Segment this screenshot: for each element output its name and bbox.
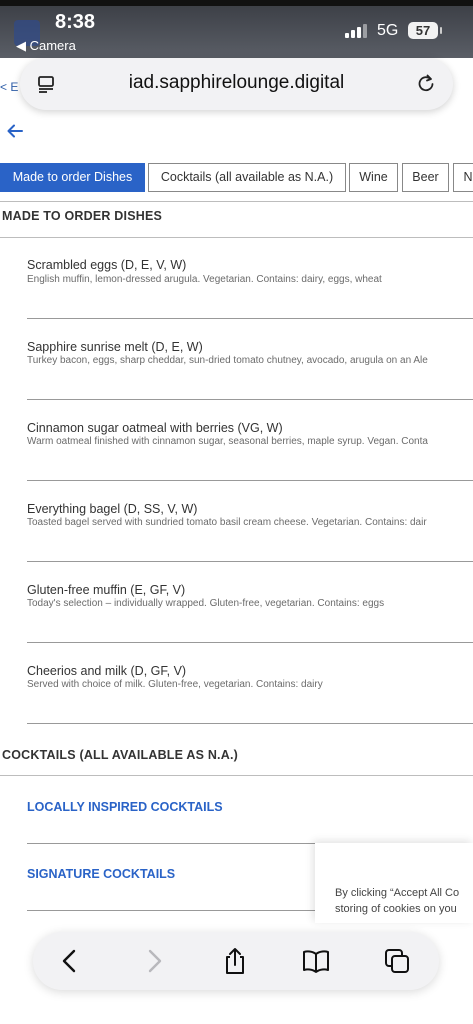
chevron-right-icon [148, 949, 162, 973]
divider [0, 201, 473, 202]
cookie-text-line: storing of cookies on you [335, 903, 457, 915]
dish-description: Today's selection – individually wrapped… [27, 598, 385, 609]
status-time: 8:38 [55, 11, 96, 33]
divider [0, 775, 473, 776]
address-bar[interactable]: iad.sapphirelounge.digital [20, 58, 453, 110]
tab-wine[interactable]: Wine [349, 163, 398, 192]
tabs-button[interactable] [382, 946, 412, 976]
back-to-camera-link[interactable]: ◀ Camera [16, 38, 76, 54]
divider [27, 480, 473, 481]
section-title-cocktails: COCKTAILS (ALL AVAILABLE AS N.A.) [2, 748, 238, 762]
status-bar: 8:38 ◀ Camera 5G 57 [0, 0, 473, 58]
tabs-icon [385, 949, 409, 973]
dish-description: Toasted bagel served with sundried tomat… [27, 517, 427, 528]
browser-toolbar [33, 932, 439, 990]
dish-name[interactable]: Cheerios and milk (D, GF, V) [27, 664, 186, 678]
tab-made-to-order[interactable]: Made to order Dishes [0, 163, 145, 192]
divider [0, 237, 473, 238]
dish-name[interactable]: Cinnamon sugar oatmeal with berries (VG,… [27, 421, 283, 435]
back-button[interactable] [55, 946, 85, 976]
reload-icon[interactable] [415, 72, 437, 94]
network-type: 5G [377, 22, 399, 39]
bookmarks-button[interactable] [301, 946, 331, 976]
tab-next[interactable]: N [453, 163, 473, 192]
locally-inspired-cocktails-link[interactable]: LOCALLY INSPIRED COCKTAILS [27, 800, 223, 814]
cookie-consent-banner[interactable]: By clicking “Accept All Co storing of co… [315, 843, 473, 923]
tab-beer[interactable]: Beer [402, 163, 449, 192]
dish-description: Turkey bacon, eggs, sharp cheddar, sun-d… [27, 355, 428, 366]
dish-description: Served with choice of milk. Gluten-free,… [27, 679, 323, 690]
divider [27, 843, 315, 844]
divider [27, 318, 473, 319]
peek-back-link[interactable]: < E [0, 80, 18, 94]
battery-icon: 57 [408, 22, 442, 39]
dish-name[interactable]: Everything bagel (D, SS, V, W) [27, 502, 197, 516]
url-text[interactable]: iad.sapphirelounge.digital [20, 72, 453, 94]
dish-description: English muffin, lemon-dressed arugula. V… [27, 274, 382, 285]
cookie-banner-text: By clicking “Accept All Co storing of co… [335, 885, 473, 917]
back-arrow-icon[interactable] [6, 122, 24, 140]
divider [27, 642, 473, 643]
signature-cocktails-link[interactable]: SIGNATURE COCKTAILS [27, 867, 175, 881]
dish-name[interactable]: Sapphire sunrise melt (D, E, W) [27, 340, 203, 354]
divider [27, 910, 315, 911]
share-button[interactable] [220, 946, 250, 976]
cookie-text-line: By clicking “Accept All Co [335, 887, 460, 899]
cellular-signal-icon [345, 24, 369, 38]
dish-description: Warm oatmeal finished with cinnamon suga… [27, 436, 428, 447]
section-title-made-to-order: MADE TO ORDER DISHES [2, 209, 163, 223]
share-icon [226, 948, 244, 974]
chevron-left-icon [62, 949, 76, 973]
divider [27, 723, 473, 724]
divider [27, 399, 473, 400]
forward-button[interactable] [139, 946, 169, 976]
dish-name[interactable]: Gluten-free muffin (E, GF, V) [27, 583, 185, 597]
book-icon [303, 950, 329, 973]
tab-cocktails[interactable]: Cocktails (all available as N.A.) [148, 163, 346, 192]
divider [27, 561, 473, 562]
dish-name[interactable]: Scrambled eggs (D, E, V, W) [27, 258, 186, 272]
